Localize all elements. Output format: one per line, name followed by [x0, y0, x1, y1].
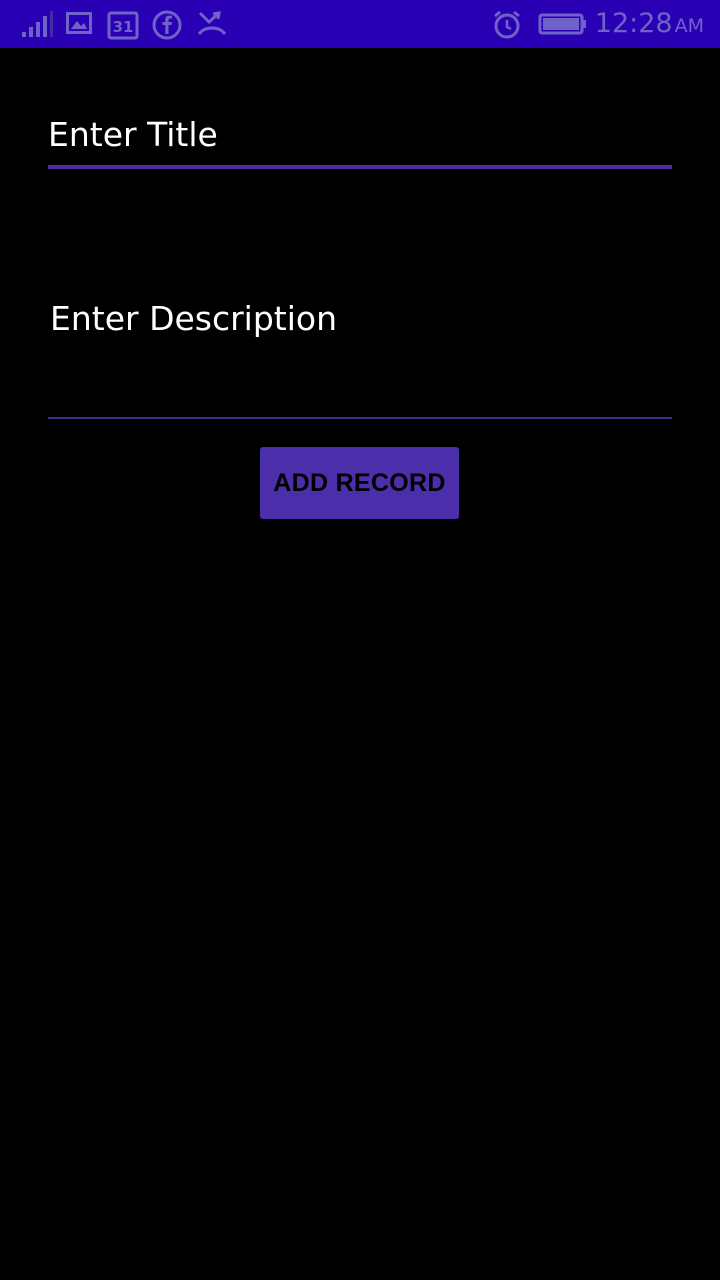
title-input-placeholder: Enter Title: [48, 115, 218, 154]
description-input-placeholder: Enter Description: [50, 299, 338, 338]
status-clock: 12:28 AM: [595, 6, 704, 42]
calendar-day: 31: [113, 18, 134, 36]
description-input[interactable]: Enter Description: [48, 293, 672, 419]
main-content: Enter Title Enter Description ADD RECORD: [0, 48, 720, 1280]
gallery-icon: [66, 10, 92, 38]
missed-call-icon: [196, 10, 228, 38]
clock-ampm: AM: [674, 15, 704, 37]
title-input[interactable]: Enter Title: [48, 113, 672, 169]
status-bar: 31 12:28 AM: [0, 0, 720, 48]
signal-icon: [20, 10, 54, 38]
clock-time: 12:28: [594, 8, 673, 39]
battery-icon: [538, 10, 588, 38]
alarm-icon: [492, 10, 522, 39]
calendar-icon: 31: [107, 10, 139, 40]
add-record-button[interactable]: ADD RECORD: [260, 447, 459, 519]
facebook-icon: [152, 10, 182, 40]
